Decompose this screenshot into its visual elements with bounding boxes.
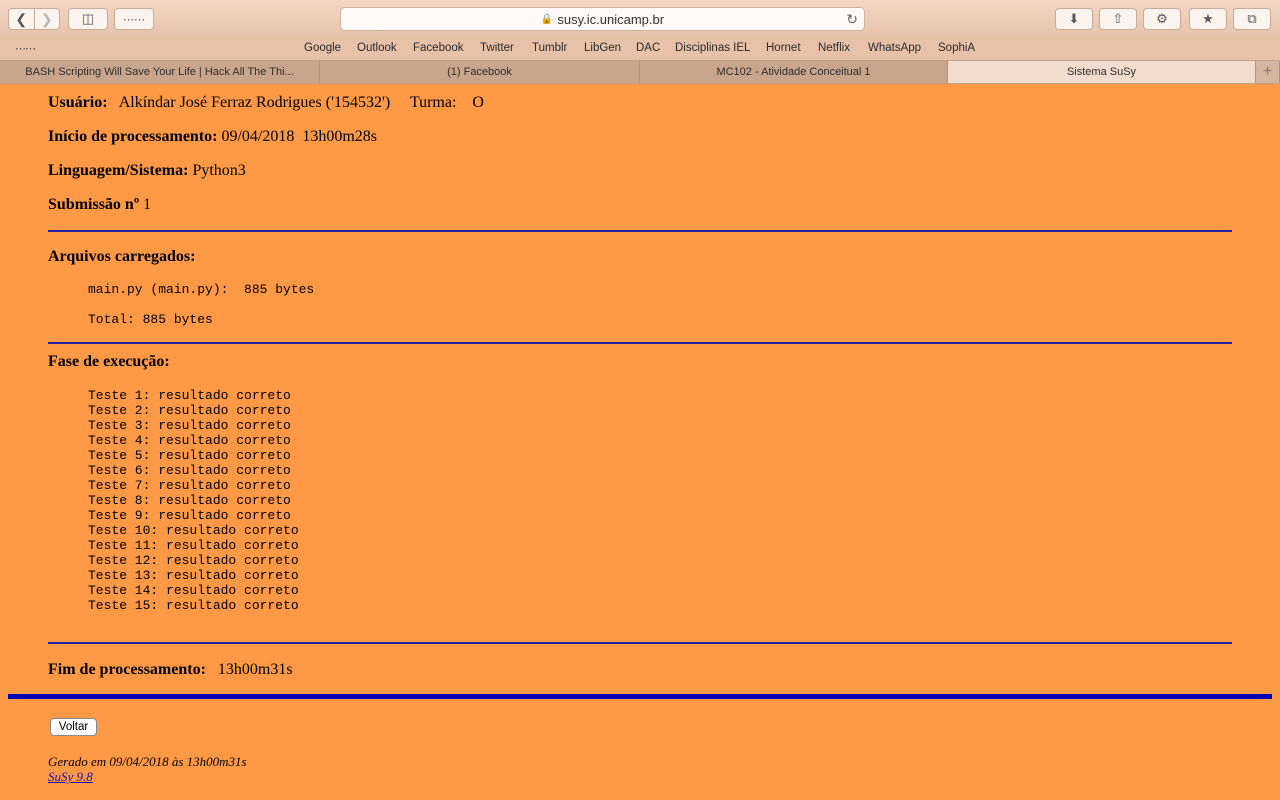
favorite-netflix[interactable]: Netflix	[818, 42, 850, 54]
lock-icon: 🔒	[540, 13, 554, 25]
start-value: 09/04/2018 13h00m28s	[221, 128, 378, 145]
test-result: Teste 14: resultado correto	[88, 583, 299, 598]
favorite-disciplinas-iel[interactable]: Disciplinas IEL	[675, 42, 750, 54]
class-label: Turma:	[409, 94, 457, 111]
favorite-google[interactable]: Google	[304, 42, 341, 54]
submission-line: Submissão nº 1	[48, 196, 151, 214]
sidebar-icon[interactable]: ◫	[68, 8, 108, 30]
new-tab-button[interactable]: +	[1256, 61, 1280, 83]
submission-value: 1	[143, 196, 152, 213]
thick-divider	[8, 694, 1272, 699]
test-result: Teste 1: resultado correto	[88, 388, 291, 403]
favorite-tumblr[interactable]: Tumblr	[532, 42, 567, 54]
test-result: Teste 5: resultado correto	[88, 448, 291, 463]
language-value: Python3	[192, 162, 246, 179]
reload-icon[interactable]: ↻	[846, 11, 858, 28]
back-icon[interactable]: ❮	[9, 9, 34, 29]
browser-toolbar: ❮ ❯ ◫ ⋯⋯ 🔒 susy.ic.unicamp.br ↻ ⬇ ⇧ ⚙ ★ …	[0, 0, 1280, 38]
user-value: Alkíndar José Ferraz Rodrigues ('154532'…	[118, 94, 391, 111]
address-url: susy.ic.unicamp.br	[557, 11, 665, 27]
favorites-grid-icon[interactable]: ⋯⋯	[15, 42, 36, 55]
end-line: Fim de processamento: 13h00m31s	[48, 661, 293, 679]
susy-version-link[interactable]: SuSy 9.8	[48, 769, 93, 785]
test-result: Teste 15: resultado correto	[88, 598, 299, 613]
favorite-sophia[interactable]: SophiA	[938, 42, 975, 54]
execution-heading: Fase de execução:	[48, 353, 170, 371]
favorite-facebook[interactable]: Facebook	[413, 42, 464, 54]
favorites-bar: ⋯⋯ Google Outlook Facebook Twitter Tumbl…	[0, 38, 1280, 60]
tab-bar: BASH Scripting Will Save Your Life | Hac…	[0, 60, 1280, 84]
language-label: Linguagem/Sistema:	[48, 162, 189, 179]
test-results-list: Teste 1: resultado correto Teste 2: resu…	[88, 388, 299, 613]
tab-sistema-susy[interactable]: Sistema SuSy	[948, 61, 1256, 83]
user-label: Usuário:	[48, 94, 108, 111]
divider	[48, 642, 1232, 644]
nav-buttons: ❮ ❯	[8, 8, 60, 30]
favorite-dac[interactable]: DAC	[636, 42, 660, 54]
test-result: Teste 13: resultado correto	[88, 568, 299, 583]
files-heading-text: Arquivos carregados:	[48, 248, 196, 265]
files-heading: Arquivos carregados:	[48, 248, 195, 266]
forward-icon[interactable]: ❯	[33, 9, 60, 29]
test-result: Teste 7: resultado correto	[88, 478, 291, 493]
file-line: main.py (main.py): 885 bytes	[88, 282, 315, 297]
tab-mc102[interactable]: MC102 - Atividade Conceitual 1	[640, 61, 948, 83]
start-line: Início de processamento: 09/04/2018 13h0…	[48, 128, 377, 146]
share-icon[interactable]: ⇧	[1099, 8, 1137, 30]
top-sites-icon[interactable]: ⋯⋯	[114, 8, 154, 30]
address-bar[interactable]: 🔒 susy.ic.unicamp.br ↻	[340, 7, 865, 31]
gear-icon[interactable]: ⚙	[1143, 8, 1181, 30]
test-result: Teste 6: resultado correto	[88, 463, 291, 478]
generated-timestamp: Gerado em 09/04/2018 às 13h00m31s	[48, 754, 247, 769]
tab-facebook[interactable]: (1) Facebook	[320, 61, 640, 83]
bookmark-star-icon[interactable]: ★	[1189, 8, 1227, 30]
favorite-twitter[interactable]: Twitter	[480, 42, 514, 54]
start-label: Início de processamento:	[48, 128, 218, 145]
test-result: Teste 3: resultado correto	[88, 418, 291, 433]
execution-heading-text: Fase de execução:	[48, 353, 170, 370]
divider	[48, 342, 1232, 344]
favorite-libgen[interactable]: LibGen	[584, 42, 621, 54]
test-result: Teste 9: resultado correto	[88, 508, 291, 523]
test-result: Teste 11: resultado correto	[88, 538, 299, 553]
tab-overview-icon[interactable]: ⧉	[1233, 8, 1271, 30]
favorite-hornet[interactable]: Hornet	[766, 42, 801, 54]
browser-chrome: ❮ ❯ ◫ ⋯⋯ 🔒 susy.ic.unicamp.br ↻ ⬇ ⇧ ⚙ ★ …	[0, 0, 1280, 84]
end-value: 13h00m31s	[217, 661, 293, 678]
test-result: Teste 8: resultado correto	[88, 493, 291, 508]
test-result: Teste 10: resultado correto	[88, 523, 299, 538]
test-result: Teste 2: resultado correto	[88, 403, 291, 418]
submission-label: Submissão nº	[48, 196, 140, 213]
test-result: Teste 4: resultado correto	[88, 433, 291, 448]
divider	[48, 230, 1232, 232]
susy-report-page: Usuário: Alkíndar José Ferraz Rodrigues …	[0, 84, 1280, 800]
downloads-icon[interactable]: ⬇	[1055, 8, 1093, 30]
test-result: Teste 12: resultado correto	[88, 553, 299, 568]
user-line: Usuário: Alkíndar José Ferraz Rodrigues …	[48, 94, 484, 112]
total-line: Total: 885 bytes	[88, 312, 213, 327]
tab-bash-scripting[interactable]: BASH Scripting Will Save Your Life | Hac…	[0, 61, 320, 83]
favorite-whatsapp[interactable]: WhatsApp	[868, 42, 921, 54]
language-line: Linguagem/Sistema: Python3	[48, 162, 246, 180]
back-button[interactable]: Voltar	[50, 718, 97, 736]
class-value: O	[472, 94, 484, 111]
end-label: Fim de processamento:	[48, 661, 206, 678]
favorite-outlook[interactable]: Outlook	[357, 42, 397, 54]
